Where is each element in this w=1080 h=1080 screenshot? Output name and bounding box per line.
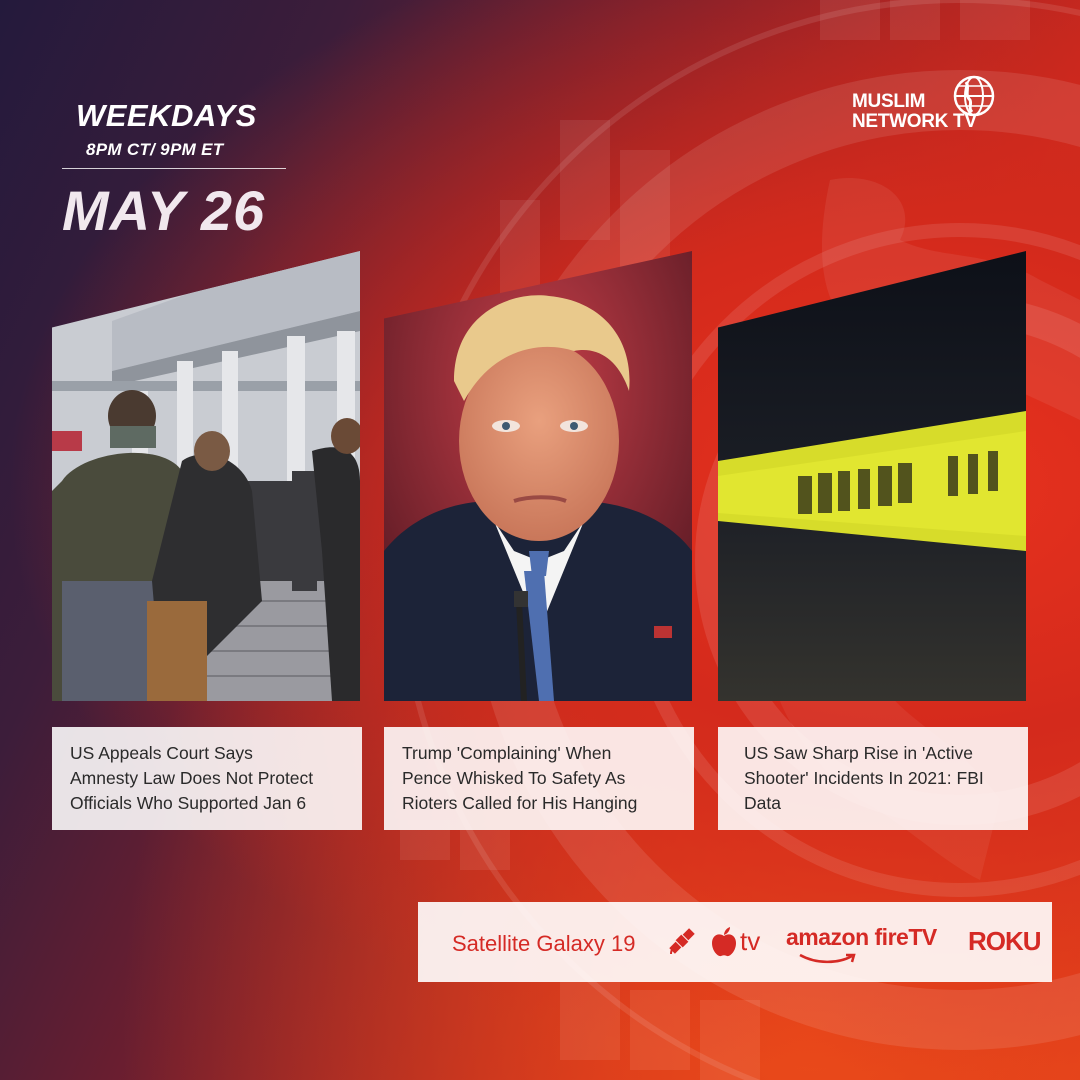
broadcast-date: MAY 26 [62, 179, 266, 242]
satellite-icon [669, 928, 695, 955]
roku-label: ROKU [968, 926, 1042, 956]
story-2-image[interactable] [384, 251, 692, 701]
capitol-rioters-photo [52, 251, 360, 701]
satellite-label: Satellite Galaxy 19 [452, 931, 636, 956]
story-1-caption-line: Officials Who Supported Jan 6 [70, 793, 307, 813]
story-2-caption-line: Rioters Called for His Hanging [402, 793, 638, 813]
trump-portrait-photo [384, 251, 692, 701]
story-2-caption-line: Trump 'Complaining' When [402, 743, 612, 763]
story-3-image[interactable] [718, 251, 1026, 701]
police-tape-photo [718, 251, 1026, 701]
amazon-smile-icon [799, 953, 856, 964]
platforms-bar: Satellite Galaxy 19 tv amazon fireTV ROK… [418, 902, 1052, 982]
header-divider [62, 168, 286, 169]
story-3-caption-line: Shooter' Incidents In 2021: FBI [744, 768, 984, 788]
globe-icon [953, 75, 995, 117]
poster: WEEKDAYS 8PM CT/ 9PM ET MAY 26 MUSLIM NE… [0, 0, 1080, 1080]
story-1-caption-line: US Appeals Court Says [70, 743, 253, 763]
apple-tv-label: tv [740, 926, 761, 956]
story-2-caption[interactable]: Trump 'Complaining' When Pence Whisked T… [384, 727, 694, 830]
story-1-image[interactable] [52, 251, 360, 701]
story-3-caption[interactable]: US Saw Sharp Rise in 'Active Shooter' In… [718, 727, 1028, 830]
story-1-caption-line: Amnesty Law Does Not Protect [70, 768, 314, 788]
story-1-caption[interactable]: US Appeals Court Says Amnesty Law Does N… [52, 727, 362, 830]
story-2-caption-line: Pence Whisked To Safety As [402, 768, 626, 788]
weekdays-label: WEEKDAYS [76, 98, 257, 133]
broadcast-time: 8PM CT/ 9PM ET [86, 140, 224, 159]
story-3-caption-line: US Saw Sharp Rise in 'Active [744, 743, 973, 763]
amazon-fire-tv-label: amazon fireTV [786, 924, 937, 950]
apple-icon [712, 927, 736, 957]
story-3-caption-line: Data [744, 793, 781, 813]
muslim-network-tv-logo: MUSLIM NETWORK TV [852, 74, 1012, 134]
